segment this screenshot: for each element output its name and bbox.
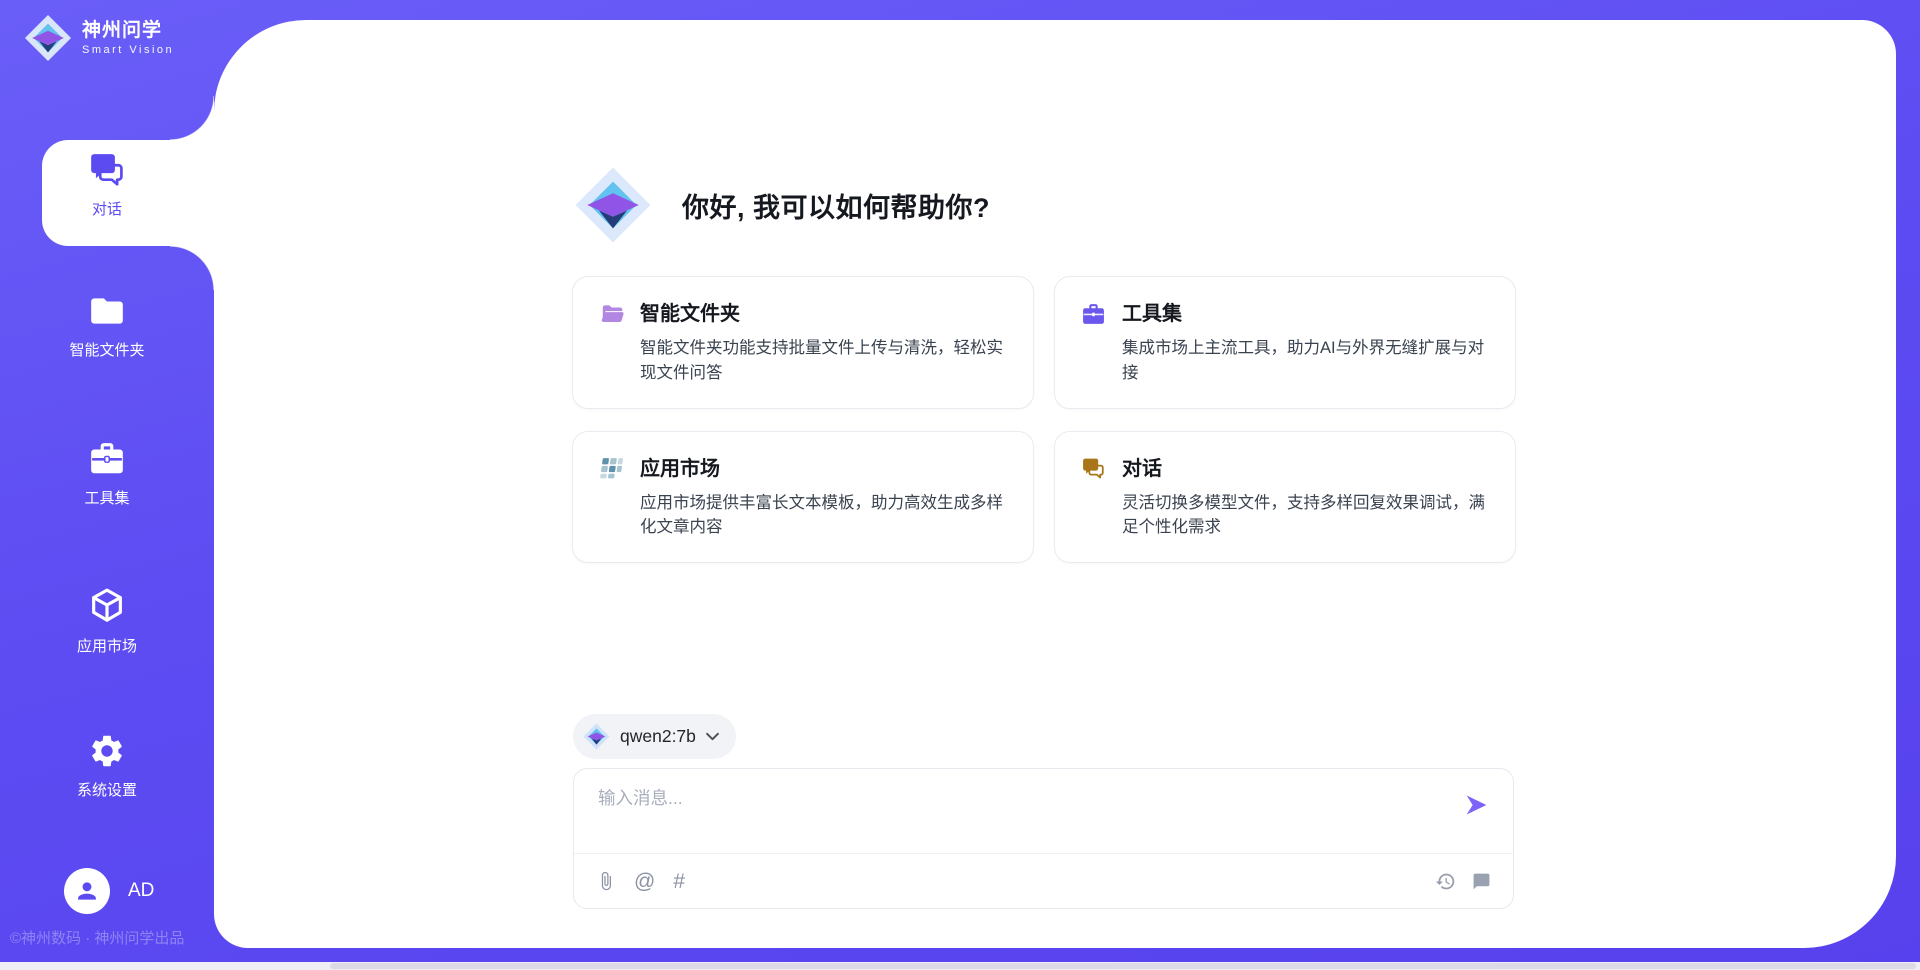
tab-fillet-top (170, 96, 214, 140)
card-description: 智能文件夹功能支持批量文件上传与清洗，轻松实现文件问答 (640, 336, 1007, 386)
model-selector[interactable]: qwen2:7b (573, 714, 736, 759)
sidebar-item-label: 应用市场 (77, 635, 137, 656)
comment-bubble-icon (1472, 872, 1491, 891)
user-name: AD (128, 880, 154, 902)
sidebar-item-settings[interactable]: 系统设置 (0, 732, 214, 800)
card-description: 应用市场提供丰富长文本模板，助力高效生成多样化文章内容 (640, 491, 1007, 541)
copyright-text: ©神州数码 · 神州问学出品 (10, 927, 184, 948)
card-description: 集成市场上主流工具，助力AI与外界无缝扩展与对接 (1122, 336, 1489, 386)
folder-icon (88, 292, 126, 330)
message-input[interactable] (596, 783, 1430, 847)
history-icon (1435, 871, 1456, 892)
card-title: 对话 (1122, 456, 1489, 482)
horizontal-scrollbar[interactable] (0, 962, 1920, 970)
brand-logo-icon (24, 14, 72, 62)
brand-name: 神州问学 (82, 20, 174, 42)
chat-icon (1081, 456, 1109, 482)
sidebar-item-app-market[interactable]: 应用市场 (0, 586, 214, 656)
feature-cards: 智能文件夹 智能文件夹功能支持批量文件上传与清洗，轻松实现文件问答 工具集 集成… (572, 276, 1516, 563)
briefcase-icon (1081, 301, 1109, 327)
hashtag-icon[interactable]: # (673, 871, 685, 892)
mention-icon[interactable]: @ (634, 871, 655, 892)
brand: 神州问学 Smart Vision (24, 14, 174, 62)
person-icon (73, 877, 101, 905)
grid-icon (599, 456, 627, 482)
chat-icon (88, 151, 126, 189)
scrollbar-thumb[interactable] (330, 963, 1916, 969)
folder-open-icon (599, 301, 627, 327)
sidebar-item-label: 智能文件夹 (69, 339, 144, 360)
avatar (64, 868, 110, 914)
briefcase-icon (88, 440, 126, 478)
history-button[interactable] (1435, 871, 1456, 892)
brand-subtitle: Smart Vision (82, 44, 174, 56)
sidebar-item-toolset[interactable]: 工具集 (0, 440, 214, 508)
sidebar-item-label: 系统设置 (77, 779, 137, 800)
card-title: 工具集 (1122, 301, 1489, 327)
sidebar-item-label: 工具集 (84, 487, 129, 508)
composer: @ # (573, 768, 1514, 909)
card-smart-folder[interactable]: 智能文件夹 智能文件夹功能支持批量文件上传与清洗，轻松实现文件问答 (572, 276, 1034, 409)
user-profile[interactable]: AD (64, 868, 154, 914)
sidebar-item-chat[interactable]: 对话 (0, 151, 214, 219)
card-toolset[interactable]: 工具集 集成市场上主流工具，助力AI与外界无缝扩展与对接 (1054, 276, 1516, 409)
sidebar-item-label: 对话 (92, 198, 122, 219)
greeting-section: 你好, 我可以如何帮助你? (574, 166, 990, 244)
chevron-down-icon (706, 732, 719, 741)
card-title: 智能文件夹 (640, 301, 1007, 327)
greeting-title: 你好, 我可以如何帮助你? (682, 186, 990, 225)
card-chat[interactable]: 对话 灵活切换多模型文件，支持多样回复效果调试，满足个性化需求 (1054, 431, 1516, 564)
model-name: qwen2:7b (620, 726, 696, 747)
card-description: 灵活切换多模型文件，支持多样回复效果调试，满足个性化需求 (1122, 491, 1489, 541)
main-panel: 你好, 我可以如何帮助你? 智能文件夹 智能文件夹功能支持批量文件上传与清洗，轻… (214, 20, 1896, 948)
paperclip-icon (596, 871, 616, 891)
assistant-logo-icon (574, 166, 652, 244)
gear-icon (88, 732, 126, 770)
send-icon (1463, 792, 1489, 818)
attach-file-button[interactable] (596, 871, 616, 891)
card-title: 应用市场 (640, 456, 1007, 482)
model-logo-icon (583, 723, 610, 750)
cube-icon (87, 586, 127, 626)
card-app-market[interactable]: 应用市场 应用市场提供丰富长文本模板，助力高效生成多样化文章内容 (572, 431, 1034, 564)
composer-toolbar: @ # (596, 854, 1491, 908)
comment-button[interactable] (1472, 872, 1491, 891)
sidebar-item-smart-folder[interactable]: 智能文件夹 (0, 292, 214, 360)
send-button[interactable] (1463, 791, 1491, 819)
tab-fillet-bottom (170, 246, 214, 290)
